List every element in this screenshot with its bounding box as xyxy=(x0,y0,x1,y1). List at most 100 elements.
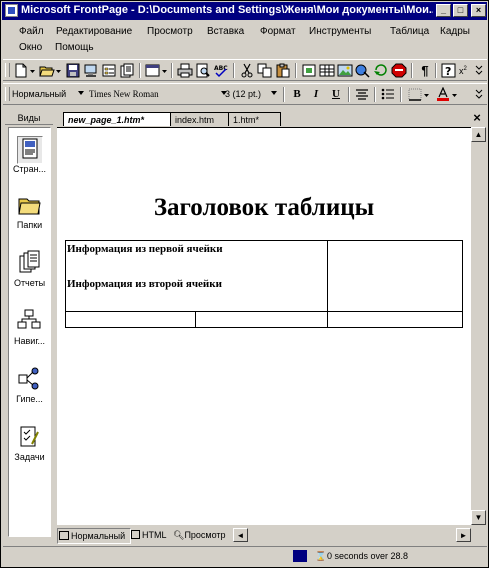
help-icon[interactable]: ? xyxy=(441,63,457,78)
save-icon[interactable] xyxy=(65,63,81,78)
view-page[interactable]: Стран... xyxy=(9,132,50,188)
page-editor[interactable]: Заголовок таблицы Информация из первой я… xyxy=(57,127,471,525)
insert-picture-icon[interactable] xyxy=(337,63,353,78)
underline-button[interactable]: U xyxy=(328,87,344,102)
tab-new-page-1[interactable]: new_page_1.htm* xyxy=(63,112,171,126)
spelling-icon[interactable]: ABC xyxy=(213,63,229,78)
menu-tools[interactable]: Инструменты xyxy=(309,26,371,37)
menu-window[interactable]: Окно xyxy=(19,42,42,53)
preview-browser-icon[interactable] xyxy=(145,63,161,78)
font-combo[interactable]: Times New Roman xyxy=(89,86,227,102)
show-all-icon[interactable]: ¶ xyxy=(417,63,433,78)
print-preview-icon[interactable] xyxy=(195,63,211,78)
menu-table[interactable]: Таблица xyxy=(390,26,429,37)
menu-format[interactable]: Формат xyxy=(260,26,296,37)
toolbar-more-icon[interactable] xyxy=(475,87,483,102)
scroll-down-icon[interactable]: ▼ xyxy=(471,510,486,525)
svg-text:ABC: ABC xyxy=(214,65,228,72)
toolbar-more-icon[interactable] xyxy=(475,63,483,78)
menu-file[interactable]: Файл xyxy=(19,26,44,37)
close-document-icon[interactable]: × xyxy=(471,111,483,125)
style-combo[interactable]: Нормальный xyxy=(12,86,84,102)
pages-icon[interactable] xyxy=(119,63,135,78)
close-button[interactable]: × xyxy=(471,4,486,17)
cut-icon[interactable] xyxy=(239,63,255,78)
menu-view[interactable]: Просмотр xyxy=(147,26,193,37)
table-cell-bottom-3[interactable] xyxy=(327,311,463,328)
stop-icon[interactable] xyxy=(391,63,407,78)
menu-insert[interactable]: Вставка xyxy=(207,26,244,37)
tab-1-htm[interactable]: 1.htm* xyxy=(229,112,281,126)
view-reports[interactable]: Отчеты xyxy=(9,246,50,302)
cell-text-first[interactable]: Информация из первой ячейки xyxy=(67,243,223,255)
frontpage-app-icon[interactable] xyxy=(5,4,18,17)
tab-html-label: HTML xyxy=(142,530,167,540)
font-value: Times New Roman xyxy=(89,89,159,99)
toolbar-grip[interactable] xyxy=(5,87,10,101)
refresh-icon[interactable] xyxy=(373,63,389,78)
view-folders[interactable]: Папки xyxy=(9,188,50,244)
border-dropdown-icon[interactable] xyxy=(423,87,431,102)
table-cell-bottom-2[interactable] xyxy=(195,311,328,328)
publish-web-icon[interactable] xyxy=(83,63,99,78)
scroll-up-icon[interactable]: ▲ xyxy=(471,127,486,142)
open-dropdown-icon[interactable] xyxy=(55,63,63,78)
border-icon[interactable] xyxy=(407,87,423,102)
tab-index[interactable]: index.htm xyxy=(171,112,229,126)
minimize-button[interactable]: _ xyxy=(436,4,451,17)
menu-frames[interactable]: Кадры xyxy=(440,26,470,37)
superscript-icon[interactable]: x2 xyxy=(459,63,475,78)
views-bar-header: Виды xyxy=(5,111,53,125)
menu-bar: Файл Редактирование Просмотр Вставка Фор… xyxy=(5,23,485,57)
insert-component-icon[interactable] xyxy=(301,63,317,78)
print-icon[interactable] xyxy=(177,63,193,78)
view-hyperlinks-label: Гипе... xyxy=(16,394,43,404)
align-center-icon[interactable] xyxy=(354,87,370,102)
insert-table-icon[interactable] xyxy=(319,63,335,78)
maximize-button[interactable]: □ xyxy=(453,4,468,17)
folder-list-icon[interactable] xyxy=(101,63,117,78)
page-heading[interactable]: Заголовок таблицы xyxy=(57,194,471,222)
toolbar-separator xyxy=(139,63,141,78)
chevron-down-icon[interactable] xyxy=(271,91,277,95)
preview-dropdown-icon[interactable] xyxy=(161,63,169,78)
view-tasks[interactable]: Задачи xyxy=(9,420,50,476)
horizontal-scrollbar[interactable]: ◄ ► xyxy=(233,528,471,542)
cell-text-second[interactable]: Информация из второй ячейки xyxy=(67,278,222,290)
window-title: Microsoft FrontPage - D:\Documents and S… xyxy=(21,4,433,16)
toolbar-grip[interactable] xyxy=(5,63,10,77)
italic-button[interactable]: I xyxy=(308,87,324,102)
bullets-icon[interactable] xyxy=(380,87,396,102)
tab-html[interactable]: HTML xyxy=(131,528,171,542)
menu-help[interactable]: Помощь xyxy=(55,42,94,53)
scroll-left-icon[interactable]: ◄ xyxy=(233,528,248,542)
chevron-down-icon[interactable] xyxy=(78,91,84,95)
new-dropdown-icon[interactable] xyxy=(29,63,37,78)
open-folder-icon[interactable] xyxy=(39,63,55,78)
tab-normal[interactable]: Нормальный xyxy=(57,528,131,544)
scroll-right-icon[interactable]: ► xyxy=(456,528,471,542)
toolbar-separator xyxy=(171,63,173,78)
vertical-scrollbar[interactable]: ▲ ▼ xyxy=(471,127,486,525)
new-page-icon[interactable] xyxy=(13,63,29,78)
table-cell-bottom-1[interactable] xyxy=(65,311,196,328)
view-hyperlinks[interactable]: Гипе... xyxy=(9,362,50,418)
status-bar: ⌛ 0 seconds over 28.8 xyxy=(3,546,487,566)
font-color-dropdown-icon[interactable] xyxy=(451,87,459,102)
title-bar[interactable]: Microsoft FrontPage - D:\Documents and S… xyxy=(2,2,487,20)
document-table[interactable]: Информация из первой ячейки Информация и… xyxy=(65,240,463,328)
paste-icon[interactable] xyxy=(275,63,291,78)
hyperlink-icon[interactable] xyxy=(355,63,371,78)
tab-preview[interactable]: 🔍︎Просмотр xyxy=(173,528,239,542)
toolbar-separator xyxy=(400,87,402,102)
copy-icon[interactable] xyxy=(257,63,273,78)
menu-edit[interactable]: Редактирование xyxy=(56,26,132,37)
bold-button[interactable]: B xyxy=(289,87,305,102)
view-navigation[interactable]: Навиг... xyxy=(9,304,50,360)
font-size-combo[interactable]: 3 (12 pt.) xyxy=(225,86,277,102)
toolbar-separator xyxy=(295,63,297,78)
html-view-icon xyxy=(131,530,140,539)
view-folders-label: Папки xyxy=(16,220,43,230)
table-cell-right[interactable] xyxy=(327,240,463,312)
font-color-icon[interactable] xyxy=(435,87,451,102)
